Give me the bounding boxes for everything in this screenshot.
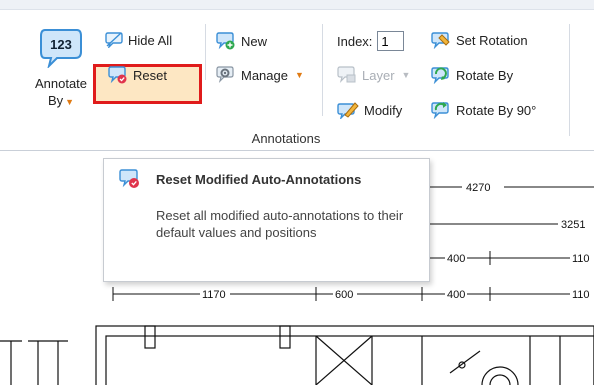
manage-label: Manage	[241, 67, 288, 83]
top-strip	[0, 0, 594, 10]
speech-bubble-123-icon: 123	[40, 29, 82, 68]
index-input[interactable]	[377, 31, 405, 51]
tooltip-description: Reset all modified auto-annotations to t…	[156, 208, 404, 240]
ribbon-divider-3	[569, 24, 570, 136]
reset-button[interactable]: Reset	[108, 66, 167, 84]
icon-text: 123	[50, 37, 72, 52]
tooltip-title: Reset Modified Auto-Annotations	[156, 172, 362, 187]
chevron-down-icon: ▼	[401, 70, 411, 80]
rotate-by-label: Rotate By	[456, 67, 514, 83]
new-button[interactable]: New	[216, 32, 267, 50]
index-label: Index:	[337, 33, 373, 49]
layer-icon	[337, 66, 356, 83]
reset-bubble-icon	[119, 169, 139, 188]
gear-icon	[216, 66, 234, 83]
dim-4270: 4270	[466, 182, 490, 194]
set-rotation-button[interactable]: Set Rotation	[431, 31, 528, 49]
modify-pencil-icon	[337, 102, 359, 119]
modify-label: Modify	[364, 102, 403, 118]
new-bubble-icon	[216, 32, 235, 50]
dim-400-b: 400	[447, 289, 465, 301]
dim-110-b: 110	[572, 289, 590, 301]
dim-1170: 1170	[202, 289, 226, 301]
new-label: New	[241, 33, 268, 49]
rotate-by-90-button[interactable]: Rotate By 90°	[431, 101, 536, 119]
reset-bubble-icon	[108, 66, 127, 84]
hide-bubble-icon	[105, 32, 123, 48]
annotate-by-label-line2: By ▼	[30, 93, 92, 108]
chevron-down-icon: ▼	[65, 97, 75, 107]
layer-button: Layer ▼	[337, 66, 410, 84]
index-control: Index:	[337, 31, 405, 51]
rotate-by-90-label: Rotate By 90°	[456, 102, 537, 118]
dim-110-a: 110	[572, 253, 590, 265]
reset-label: Reset	[133, 67, 167, 83]
rotate-icon	[431, 67, 449, 84]
layer-label: Layer	[362, 67, 395, 83]
annotate-by-label-text: By	[47, 93, 64, 108]
dim-400-a: 400	[447, 253, 465, 265]
set-rotation-icon	[431, 32, 450, 49]
chevron-down-icon: ▼	[294, 70, 304, 80]
rotate-90-icon	[431, 102, 449, 119]
dim-3251: 3251	[561, 219, 585, 231]
hide-all-button[interactable]: Hide All	[105, 32, 172, 48]
hide-all-label: Hide All	[128, 32, 173, 48]
rotate-by-button[interactable]: Rotate By	[431, 66, 513, 84]
ribbon-divider-1	[205, 24, 206, 80]
set-rotation-label: Set Rotation	[456, 32, 528, 48]
floor-plan	[0, 325, 594, 385]
dim-600: 600	[335, 289, 353, 301]
ribbon-divider-2	[322, 24, 323, 116]
modify-button[interactable]: Modify	[337, 101, 402, 119]
annotate-by-button[interactable]: 123 Annotate By ▼	[30, 28, 92, 118]
annotate-by-label-line1: Annotate	[34, 76, 88, 91]
group-label-annotations: Annotations	[251, 131, 321, 146]
reset-tooltip: Reset Modified Auto-Annotations Reset al…	[103, 158, 430, 282]
ribbon-panel: 123 Annotate By ▼ Hide All Reset New Man…	[0, 10, 594, 151]
manage-button[interactable]: Manage ▼	[216, 66, 304, 84]
